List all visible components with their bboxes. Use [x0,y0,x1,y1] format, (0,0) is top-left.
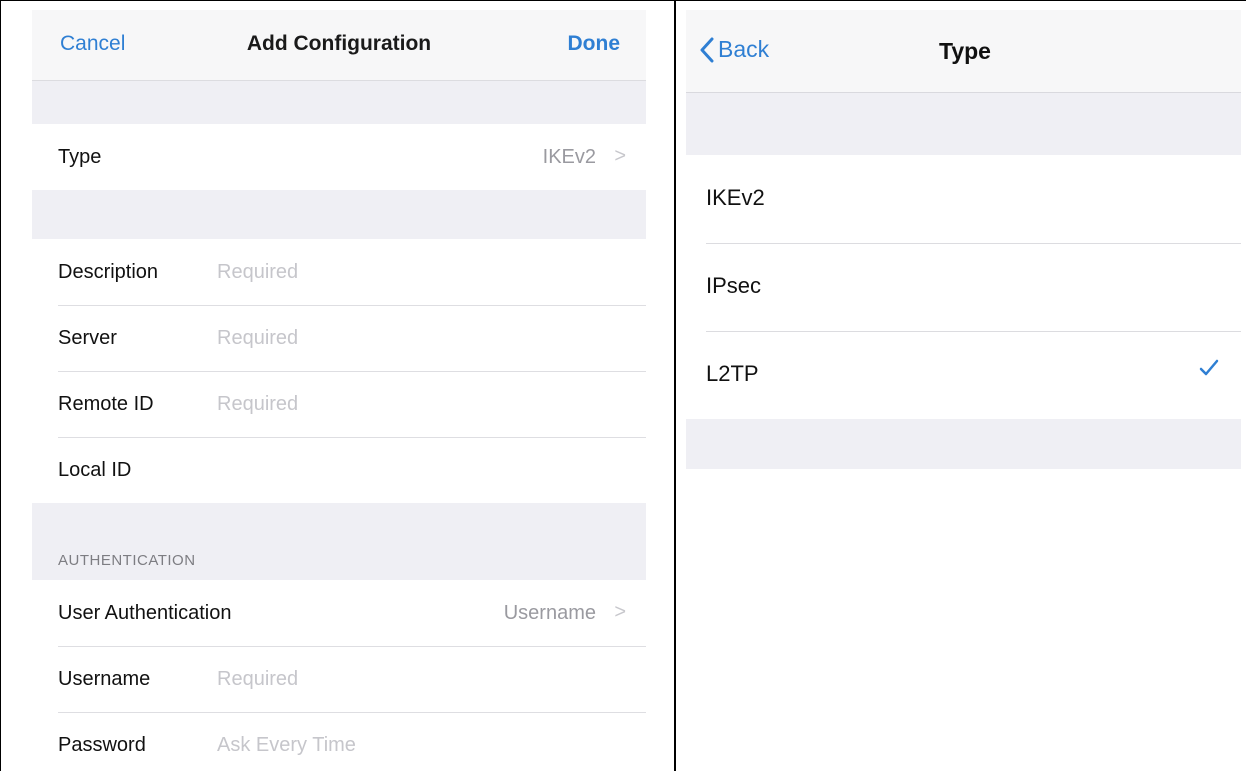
server-field[interactable]: Required [217,327,298,350]
password-row[interactable]: Password Ask Every Time [32,712,646,771]
local-id-row[interactable]: Local ID [32,437,646,503]
username-label: Username [58,668,151,690]
type-group: Type IKEv2 > [32,124,646,190]
type-option-list: IKEv2 IPsec L2TP [686,155,1241,419]
option-label: L2TP [706,361,759,386]
remote-id-label: Remote ID [58,393,154,415]
chevron-right-icon: > [614,601,626,623]
username-field[interactable]: Required [217,668,298,691]
option-label: IKEv2 [706,185,765,210]
password-label: Password [58,734,146,756]
password-field[interactable]: Ask Every Time [217,734,356,757]
user-authentication-label: User Authentication [58,602,232,624]
group-spacer [686,419,1241,469]
back-button[interactable]: Back [700,36,769,63]
local-id-label: Local ID [58,459,132,481]
remote-id-row[interactable]: Remote ID Required [32,371,646,437]
group-spacer [686,93,1241,155]
back-label: Back [718,36,770,62]
type-option-ikev2[interactable]: IKEv2 [686,155,1241,243]
description-label: Description [58,261,159,283]
description-field[interactable]: Required [217,261,298,284]
server-settings-group: Description Required Server Required Rem… [32,239,646,503]
option-label: IPsec [706,273,762,298]
authentication-group: User Authentication Username > Username … [32,580,646,771]
type-option-ipsec[interactable]: IPsec [686,243,1241,331]
description-row[interactable]: Description Required [32,239,646,305]
chevron-right-icon: > [614,145,626,167]
type-value: IKEv2 [542,146,596,168]
server-row[interactable]: Server Required [32,305,646,371]
type-selection-screen: Back Type IKEv2 IPsec L2TP [686,10,1241,771]
type-label: Type [58,146,102,168]
navigation-bar: Cancel Add Configuration Done [32,10,646,81]
username-row[interactable]: Username Required [32,646,646,712]
user-authentication-value: Username [503,602,596,624]
type-row[interactable]: Type IKEv2 > [32,124,646,190]
done-button[interactable]: Done [568,32,621,56]
page-title: Add Configuration [246,32,432,55]
chevron-left-icon [700,37,714,62]
server-label: Server [58,327,117,349]
panel-divider [674,0,676,771]
navigation-bar: Back Type [686,10,1241,93]
remote-id-field[interactable]: Required [217,393,298,416]
user-authentication-row[interactable]: User Authentication Username > [32,580,646,646]
add-configuration-screen: Cancel Add Configuration Done Type IKEv2… [32,10,646,771]
checkmark-icon [1199,359,1219,376]
authentication-section-header: AUTHENTICATION [58,552,196,569]
page-title: Type [939,38,991,64]
type-option-l2tp[interactable]: L2TP [686,331,1241,419]
